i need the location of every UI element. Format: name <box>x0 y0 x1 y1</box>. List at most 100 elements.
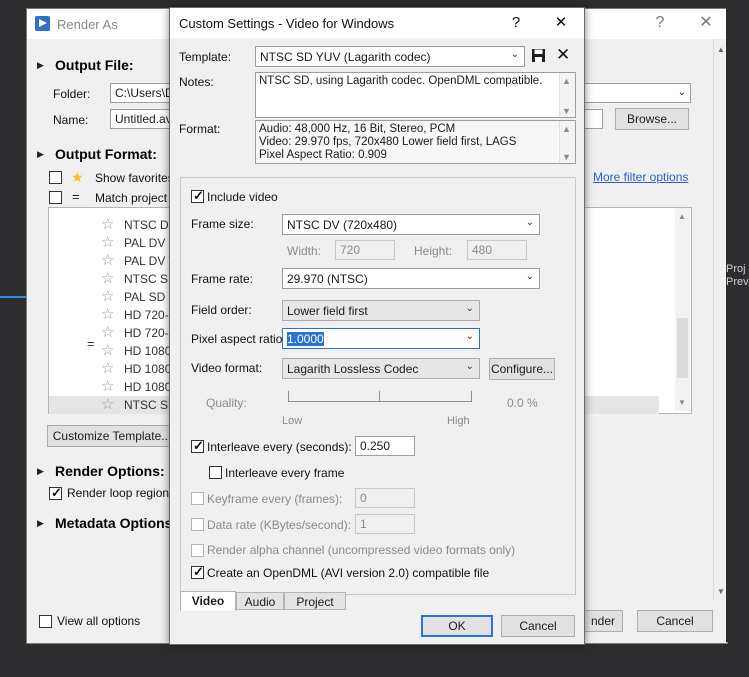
customize-template-button[interactable]: Customize Template... <box>47 425 177 447</box>
chevron-down-icon: ⌄ <box>525 217 534 228</box>
match-project-checkbox[interactable] <box>49 191 62 204</box>
data-rate-label: Data rate (KBytes/second): <box>207 518 352 532</box>
keyframe-field[interactable]: 0 <box>355 488 415 508</box>
scroll-thumb[interactable] <box>677 318 688 378</box>
help-button[interactable]: ? <box>649 13 671 33</box>
template-name: PAL DV <box>124 236 166 250</box>
delete-icon[interactable]: ✕ <box>556 45 570 65</box>
render-button[interactable]: nder <box>583 610 623 632</box>
chevron-down-icon: ⌄ <box>510 49 519 60</box>
name-label: Name: <box>53 113 89 127</box>
template-select[interactable]: NTSC SD YUV (Lagarith codec) ⌄ <box>255 46 525 67</box>
data-rate-checkbox[interactable] <box>191 518 204 531</box>
frame-rate-value: 29.970 (NTSC) <box>287 272 368 286</box>
data-rate-field[interactable]: 1 <box>355 514 415 534</box>
opendml-checkbox[interactable] <box>191 564 204 580</box>
format-scrollbar[interactable]: ▲ ▼ <box>559 121 575 163</box>
frame-rate-select[interactable]: 29.970 (NTSC) ⌄ <box>282 268 540 289</box>
template-name: HD 1080 <box>124 344 172 358</box>
quality-label: Quality: <box>206 396 247 410</box>
star-outline-icon[interactable]: ☆ <box>101 234 114 252</box>
help-button[interactable]: ? <box>505 13 527 33</box>
width-field[interactable]: 720 <box>335 240 395 260</box>
expand-triangle-icon[interactable]: ▶ <box>37 149 44 160</box>
interleave-input[interactable]: 0.250 <box>355 436 415 456</box>
output-format-heading: Output Format: <box>55 146 157 162</box>
template-name: HD 720- <box>124 326 169 340</box>
configure-button[interactable]: Configure... <box>489 358 555 380</box>
include-video-checkbox[interactable] <box>191 188 204 204</box>
star-outline-icon[interactable]: ☆ <box>101 360 114 378</box>
height-label: Height: <box>414 244 453 258</box>
star-outline-icon[interactable]: ☆ <box>101 396 114 414</box>
video-format-select[interactable]: Lagarith Lossless Codec ⌄ <box>282 358 480 379</box>
scroll-down-icon[interactable]: ▼ <box>717 587 725 596</box>
expand-triangle-icon[interactable]: ▶ <box>37 60 44 71</box>
star-outline-icon[interactable]: ☆ <box>101 216 114 234</box>
star-outline-icon[interactable]: ☆ <box>101 288 114 306</box>
notes-textarea[interactable]: NTSC SD, using Lagarith codec. OpenDML c… <box>255 72 576 118</box>
browse-button[interactable]: Browse... <box>615 108 689 130</box>
video-format-label: Video format: <box>191 361 263 375</box>
star-outline-icon[interactable]: ☆ <box>101 378 114 396</box>
tab-audio[interactable]: Audio <box>236 592 284 610</box>
close-button[interactable]: ✕ <box>695 13 717 33</box>
tab-project[interactable]: Project <box>284 592 346 610</box>
keyframe-checkbox[interactable] <box>191 492 204 505</box>
star-outline-icon[interactable]: ☆ <box>101 306 114 324</box>
preview-label: Prev <box>726 276 749 288</box>
notes-scrollbar[interactable]: ▲ ▼ <box>559 73 575 117</box>
star-outline-icon[interactable]: ☆ <box>101 342 114 360</box>
frame-size-select[interactable]: NTSC DV (720x480) ⌄ <box>282 214 540 235</box>
video-format-value: Lagarith Lossless Codec <box>287 362 419 376</box>
field-order-select[interactable]: Lower field first ⌄ <box>282 300 480 321</box>
opendml-label: Create an OpenDML (AVI version 2.0) comp… <box>207 566 490 580</box>
scroll-down-icon[interactable]: ▼ <box>678 398 686 407</box>
height-field[interactable]: 480 <box>467 240 527 260</box>
render-loop-checkbox[interactable] <box>49 485 62 501</box>
cancel-button[interactable]: Cancel <box>501 615 575 637</box>
keyframe-label: Keyframe every (frames): <box>207 492 343 506</box>
name-input-tail[interactable] <box>583 109 603 129</box>
scroll-up-icon[interactable]: ▲ <box>717 45 725 54</box>
scroll-down-icon[interactable]: ▼ <box>562 151 571 163</box>
scroll-up-icon[interactable]: ▲ <box>678 212 686 221</box>
folder-input[interactable]: C:\Users\D <box>110 83 170 103</box>
name-input[interactable]: Untitled.avi <box>110 109 170 129</box>
expand-triangle-icon[interactable]: ▶ <box>37 518 44 529</box>
star-outline-icon[interactable]: ☆ <box>101 270 114 288</box>
pixel-aspect-ratio-value: 1.0000 <box>287 332 324 346</box>
view-all-checkbox[interactable] <box>39 615 52 628</box>
dialog-title: Custom Settings - Video for Windows <box>179 16 395 31</box>
quality-slider-track[interactable] <box>288 401 472 402</box>
show-favorites-checkbox[interactable] <box>49 171 62 184</box>
folder-dropdown[interactable]: ⌄ <box>583 83 691 103</box>
close-button[interactable]: ✕ <box>550 13 572 33</box>
interleave-frame-checkbox[interactable] <box>209 466 222 479</box>
alpha-channel-checkbox[interactable] <box>191 544 204 557</box>
background-track-area: Proj Prev <box>726 8 749 642</box>
scroll-down-icon[interactable]: ▼ <box>562 105 571 117</box>
scroll-up-icon[interactable]: ▲ <box>562 75 571 88</box>
tab-video[interactable]: Video <box>180 591 236 611</box>
format-textbox: Audio: 48,000 Hz, 16 Bit, Stereo, PCM Vi… <box>255 120 576 164</box>
project-label: Proj <box>726 263 746 275</box>
template-name: HD 720- <box>124 308 169 322</box>
pixel-aspect-ratio-label: Pixel aspect ratio: <box>191 332 286 346</box>
pixel-aspect-ratio-select[interactable]: 1.0000 ⌄ <box>282 328 480 349</box>
template-list-scrollbar[interactable]: ▲ ▼ <box>675 208 690 411</box>
save-icon[interactable] <box>531 48 546 63</box>
interleave-checkbox[interactable] <box>191 438 204 454</box>
star-outline-icon[interactable]: ☆ <box>101 324 114 342</box>
ok-button[interactable]: OK <box>421 615 493 637</box>
template-value: NTSC SD YUV (Lagarith codec) <box>260 50 431 64</box>
scroll-up-icon[interactable]: ▲ <box>562 123 571 136</box>
expand-triangle-icon[interactable]: ▶ <box>37 466 44 477</box>
more-filter-options-link[interactable]: More filter options <box>593 170 688 184</box>
frame-size-label: Frame size: <box>191 217 254 231</box>
star-outline-icon[interactable]: ☆ <box>101 252 114 270</box>
slider-tick <box>471 391 472 401</box>
cancel-button[interactable]: Cancel <box>637 610 713 632</box>
chevron-down-icon: ⌄ <box>677 87 686 98</box>
dialog-title-bar: Custom Settings - Video for Windows ? ✕ <box>170 8 584 38</box>
